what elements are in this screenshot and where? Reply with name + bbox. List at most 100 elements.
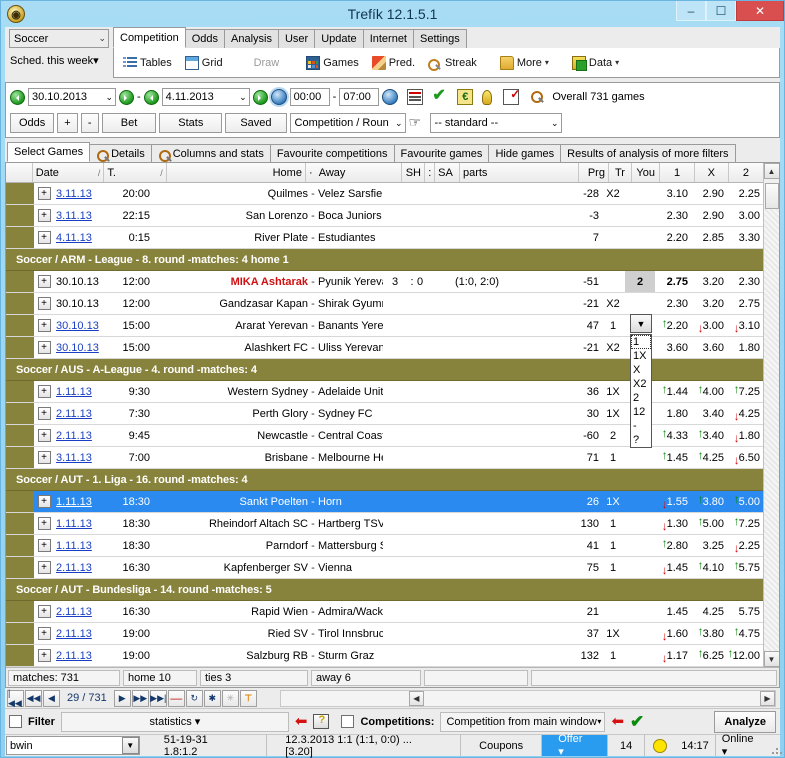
plus-icon[interactable]: +	[37, 209, 51, 222]
ribbon-games-button[interactable]: Games	[301, 54, 363, 72]
row-odds-2-cell[interactable]: ↑ 5.00	[727, 491, 763, 512]
row-odds-x-cell[interactable]: ↑ 5.00	[691, 513, 727, 534]
table-row[interactable]: +2.11.13 16:30 Kapfenberger SV - Vienna 75 1 ↓ 1…	[6, 557, 763, 579]
row-date-link[interactable]: 1.11.13	[56, 540, 92, 552]
ribbon-tables-button[interactable]: Tables	[118, 54, 177, 72]
calendar-icon[interactable]	[407, 89, 424, 105]
online-combo[interactable]: Online ▾	[716, 733, 768, 758]
tab-update[interactable]: Update	[314, 29, 364, 48]
row-date-link[interactable]: 3.11.13	[56, 452, 92, 464]
tip-dropdown-button[interactable]: ▼	[630, 314, 652, 333]
row-expand-cell[interactable]: +	[34, 381, 54, 402]
row-expand-cell[interactable]: +	[34, 183, 54, 204]
row-you-cell[interactable]: 2	[625, 271, 655, 292]
row-odds-x-cell[interactable]: ↑ 4.25	[691, 447, 727, 468]
row-odds-1-cell[interactable]: 1.80	[655, 403, 691, 424]
grouping-combo[interactable]: Competition / Roun ⌄	[289, 113, 406, 133]
row-expand-cell[interactable]: +	[34, 447, 54, 468]
coupons-button[interactable]: Coupons	[461, 735, 543, 756]
col-header-expand[interactable]	[6, 163, 33, 182]
row-date-cell[interactable]: 3.11.13	[54, 447, 110, 468]
sport-combo[interactable]: Soccer ⌄	[9, 29, 109, 48]
row-you-cell[interactable]	[625, 513, 655, 534]
analyze-button[interactable]: Analyze	[714, 710, 776, 733]
check-icon[interactable]: ✔	[432, 88, 448, 105]
row-expand-cell[interactable]: +	[34, 425, 54, 446]
left-arrow-icon[interactable]: ⬅	[295, 714, 308, 729]
nav-filter-button[interactable]: ⊤	[239, 689, 257, 707]
row-date-cell[interactable]: 1.11.13	[54, 535, 110, 556]
row-date-cell[interactable]: 30.10.13	[54, 271, 110, 292]
row-date-cell[interactable]: 4.11.13	[54, 227, 110, 248]
nav-refresh-button[interactable]: ↻	[185, 689, 203, 707]
row-odds-1-cell[interactable]: 2.30	[655, 205, 691, 226]
form-check-icon[interactable]	[503, 87, 520, 105]
plus-icon[interactable]: +	[37, 495, 51, 508]
col-header-you[interactable]: You	[632, 163, 661, 182]
statistics-dropdown[interactable]: statistics ▾	[60, 711, 289, 732]
row-odds-2-cell[interactable]: 5.75	[727, 601, 763, 622]
row-odds-2-cell[interactable]: ↑ 7.25	[727, 381, 763, 402]
tab-odds[interactable]: Odds	[184, 29, 225, 48]
row-you-cell[interactable]	[625, 535, 655, 556]
table-row[interactable]: +3.11.13 22:15 San Lorenzo - Boca Juniors -3 2…	[6, 205, 763, 227]
row-date-link[interactable]: 2.11.13	[56, 562, 92, 574]
ribbon-data-button[interactable]: Data ▾	[567, 54, 624, 72]
subtab-columns-and-stats[interactable]: Columns and stats	[150, 144, 271, 162]
competitions-checkbox[interactable]	[341, 715, 355, 728]
row-you-cell[interactable]	[625, 557, 655, 578]
table-row[interactable]: +30.10.13 12:00 Gandzasar Kapan - Shirak Gyu…	[6, 293, 763, 315]
competition-group-header[interactable]: Soccer / ARM - League - 8. round -matche…	[6, 249, 763, 271]
resize-grip[interactable]	[768, 735, 780, 756]
row-odds-x-cell[interactable]: ↑ 3.80	[691, 491, 727, 512]
row-date-cell[interactable]: 1.11.13	[54, 381, 110, 402]
hscroll-right-button[interactable]: ▶	[760, 690, 775, 706]
row-expand-cell[interactable]: +	[34, 271, 54, 292]
row-odds-1-cell[interactable]: ↓ 1.60	[655, 623, 691, 644]
row-expand-cell[interactable]: +	[34, 403, 54, 424]
tip-option-12[interactable]: 12	[631, 405, 651, 419]
bet-button[interactable]: Bet	[101, 113, 157, 133]
odds-button[interactable]: Odds	[10, 113, 55, 133]
row-odds-2-cell[interactable]: 2.25	[727, 183, 763, 204]
row-odds-x-cell[interactable]: 2.85	[691, 227, 727, 248]
plus-icon[interactable]: +	[37, 649, 51, 662]
decrease-button[interactable]: -	[80, 113, 99, 133]
plus-icon[interactable]: +	[37, 341, 51, 354]
row-odds-2-cell[interactable]: ↑ 4.75	[727, 623, 763, 644]
row-date-cell[interactable]: 2.11.13	[54, 623, 110, 644]
table-row[interactable]: +1.11.13 18:30 Rheindorf Altach SC - Hartber…	[6, 513, 763, 535]
row-you-cell[interactable]	[625, 447, 655, 468]
row-odds-2-cell[interactable]: 2.75	[727, 293, 763, 314]
plus-icon[interactable]: +	[37, 627, 51, 640]
col-header-date[interactable]: Date /	[33, 163, 105, 182]
row-date-cell[interactable]: 2.11.13	[54, 645, 110, 666]
competition-group-header[interactable]: Soccer / AUT - Bundesliga - 14. round -m…	[6, 579, 763, 601]
row-odds-x-cell[interactable]: ↑ 6.25	[691, 645, 727, 666]
magnifier-plus-icon[interactable]	[530, 89, 546, 105]
left-arrow-icon[interactable]: ⬅	[611, 714, 624, 729]
nav-prev-page-button[interactable]: ◀◀	[25, 689, 42, 707]
table-row[interactable]: +2.11.13 16:30 Rapid Wien-Admira/Wacker Mö…	[6, 601, 763, 623]
row-date-link[interactable]: 4.11.13	[56, 232, 92, 244]
col-header-odds-2[interactable]: 2	[729, 163, 763, 182]
table-row[interactable]: +1.11.13 18:30 Parndorf-Mattersburg SV 41 1 ↑…	[6, 535, 763, 557]
row-date-link[interactable]: 2.11.13	[56, 606, 92, 618]
plus-icon[interactable]: +	[37, 385, 51, 398]
plus-icon[interactable]: +	[37, 407, 51, 420]
row-odds-x-cell[interactable]: 2.90	[691, 205, 727, 226]
row-odds-x-cell[interactable]: 3.25	[691, 535, 727, 556]
time-to-input[interactable]: 07:00	[339, 88, 380, 106]
row-odds-x-cell[interactable]: 3.60	[691, 337, 727, 358]
plus-icon[interactable]: +	[37, 187, 51, 200]
row-date-link[interactable]: 2.11.13	[56, 430, 92, 442]
col-header-sa[interactable]: SA	[435, 163, 460, 182]
prev-date-button[interactable]	[10, 89, 25, 105]
row-odds-2-cell[interactable]: 3.00	[727, 205, 763, 226]
nav-new-button[interactable]: ✱	[203, 689, 221, 707]
row-odds-1-cell[interactable]: 2.75	[655, 271, 691, 292]
row-date-link[interactable]: 1.11.13	[56, 386, 92, 398]
plus-icon[interactable]: +	[37, 605, 51, 618]
col-header-time[interactable]: T. /	[104, 163, 167, 182]
row-odds-2-cell[interactable]: 1.80	[727, 337, 763, 358]
